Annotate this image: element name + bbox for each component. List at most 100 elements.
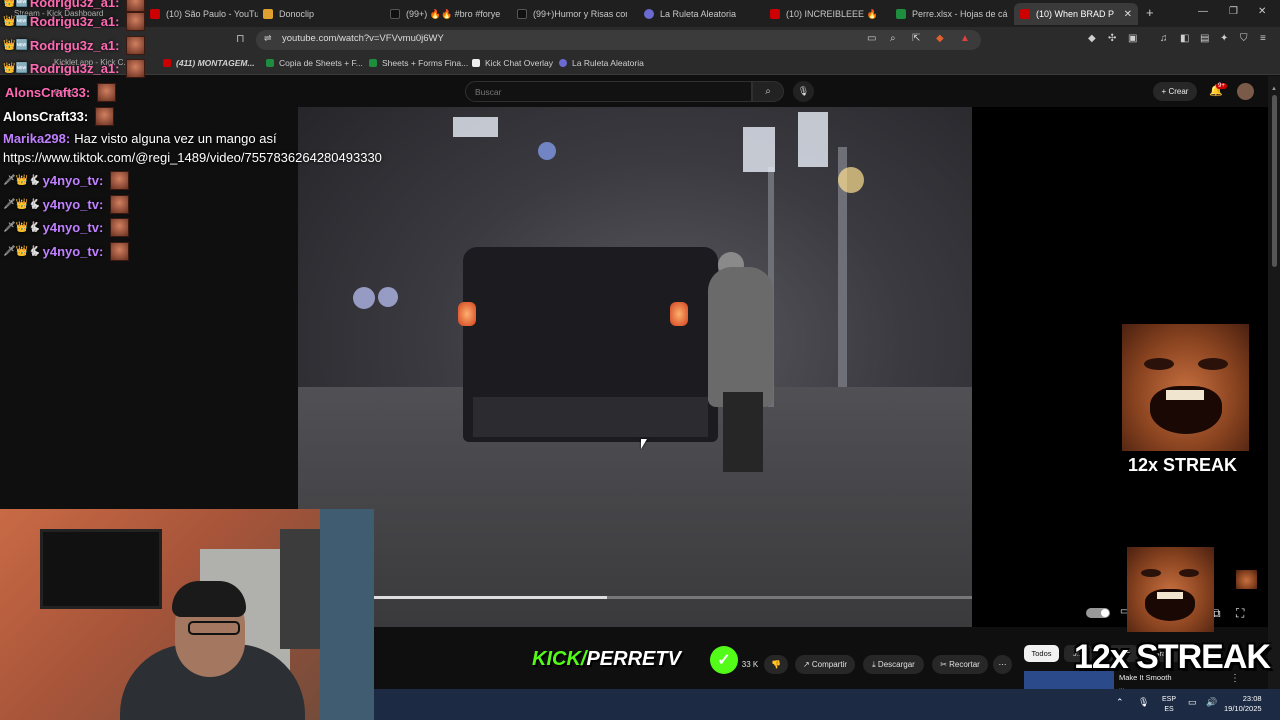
chat-username: y4nyo_tv: (42, 244, 104, 259)
download-button[interactable]: ⤓ Descargar (863, 655, 924, 674)
chat-username: y4nyo_tv: (42, 197, 104, 212)
scroll-up-icon[interactable]: ▲ (1271, 86, 1277, 92)
volume-icon[interactable]: 🔊 (1206, 697, 1217, 708)
rewards-icon[interactable]: ▲ (960, 33, 970, 44)
sheets-icon (369, 59, 377, 67)
video-traffic-light (838, 167, 864, 193)
url-text[interactable]: youtube.com/watch?v=VFVvmu0j6WY (282, 33, 444, 44)
video-streetlight (538, 142, 556, 160)
vpn-icon[interactable]: ⛉ (1240, 33, 1248, 44)
meme-eye (1179, 569, 1199, 577)
chat-username: y4nyo_tv: (42, 173, 104, 188)
chat-text: Haz visto alguna vez un mango así (74, 131, 277, 146)
video-street-sign (453, 117, 498, 137)
screenshot-icon[interactable]: ▣ (1128, 33, 1137, 44)
leo-ai-icon[interactable]: ✦ (1220, 33, 1228, 44)
bookmark-montagem[interactable]: (411) MONTAGEM... (163, 58, 255, 68)
chat-emote-icon (97, 83, 117, 102)
chat-username: Rodrigu3z_a1: (29, 61, 120, 76)
bookmark-icon[interactable]: ⊓ (236, 32, 245, 45)
search-icon[interactable]: ⌕ (752, 81, 784, 102)
globe-icon (644, 9, 654, 19)
chat-message: Marika298: Haz visto alguna vez un mango … (3, 131, 277, 146)
avatar[interactable] (1237, 83, 1254, 100)
chip-todos[interactable]: Todos (1024, 645, 1059, 662)
sheets-icon (266, 59, 274, 67)
site-info-icon[interactable]: ⇌ (264, 33, 272, 44)
restore-icon[interactable]: ❐ (1229, 6, 1238, 17)
streamer-hair (172, 581, 246, 617)
chat-message: 🗡👑🐇 y4nyo_tv: (3, 218, 130, 237)
autoplay-toggle[interactable] (1086, 608, 1110, 618)
chat-message: 🗡👑🐇 y4nyo_tv: (3, 171, 130, 190)
streak-label-large: 12x STREAK (1074, 638, 1271, 676)
chat-message: https://www.tiktok.com/@regi_1489/video/… (3, 150, 382, 165)
fullscreen-icon[interactable]: ⛶ (1236, 606, 1244, 621)
mouse-cursor-icon (641, 439, 647, 449)
sidebar-icon[interactable]: ◧ (1180, 33, 1189, 44)
bookmark-ruleta[interactable]: La Ruleta Aleatoria (559, 58, 644, 68)
kick-channel-brand: KICK/PERRETV (532, 648, 681, 670)
microphone-tray-icon[interactable]: 🎙 (1138, 697, 1149, 708)
language-indicator[interactable]: ESP ES (1162, 695, 1176, 715)
tiktok-icon (517, 9, 527, 19)
tab-increibleee[interactable]: (10) INCREIBLEEE 🔥 ZE (770, 3, 880, 25)
more-actions-button[interactable]: ⋯ (993, 655, 1012, 674)
webcam-tv (40, 529, 162, 609)
youtube-icon (1020, 9, 1030, 19)
chat-emote-icon (110, 195, 130, 214)
create-button[interactable]: + Crear (1153, 82, 1197, 101)
dislike-icon[interactable]: 👎 (764, 655, 788, 674)
tab-donoclip[interactable]: Donoclip (263, 3, 378, 25)
chat-username: AlonsCraft33: (3, 109, 89, 124)
donoclip-icon (263, 9, 273, 19)
zoom-icon[interactable]: ⌕ (890, 33, 896, 44)
tray-chevron-icon[interactable]: ⌃ (1116, 697, 1124, 708)
search-input[interactable] (465, 81, 752, 102)
emote-thumbnail (1236, 570, 1257, 589)
scissors-icon: ✂ (940, 660, 950, 669)
tab-tiktok-1[interactable]: (99+) 🔥🔥 #bro #forye (390, 3, 502, 25)
tab-tiktok-2[interactable]: (99+)Humor y Risas con K (517, 3, 627, 25)
menu-icon[interactable]: ≡ (1260, 33, 1266, 44)
new-tab-icon[interactable]: + (1146, 5, 1154, 20)
bookmark-copia-sheets[interactable]: Copia de Sheets + F... (266, 58, 363, 68)
chat-emote-icon (126, 0, 146, 12)
progress-fill[interactable] (374, 596, 607, 599)
close-tab-icon[interactable]: ✕ (1124, 9, 1132, 20)
chat-badges: 🗡👑🐇 (3, 175, 41, 186)
extension-icon[interactable]: ◆ (1088, 33, 1096, 44)
notification-badge: 9+ (1216, 83, 1227, 89)
scroll-thumb[interactable] (1272, 95, 1277, 267)
video-street-sign (798, 112, 828, 167)
cast-icon[interactable]: ▭ (867, 33, 876, 44)
chat-badges: 🗡👑🐇 (3, 222, 41, 233)
webcam-wall (320, 509, 374, 720)
minimize-icon[interactable]: — (1198, 6, 1208, 17)
chat-message: AlonsCraft33: (3, 83, 117, 102)
like-count[interactable]: 33 K (736, 655, 764, 674)
chat-message: 👑🆕 Rodrigu3z_a1: (3, 36, 146, 55)
tab-sao-paulo[interactable]: (10) São Paulo - YouTube (150, 3, 258, 25)
tab-ruleta[interactable]: La Ruleta Aleatoria (644, 3, 756, 25)
network-icon[interactable]: ▭ (1188, 697, 1197, 708)
wallet-icon[interactable]: ▤ (1200, 33, 1209, 44)
share-button[interactable]: ↗ Compartir (795, 655, 855, 674)
media-icon[interactable]: ♫ (1160, 33, 1168, 44)
brave-shield-icon[interactable]: ◆ (936, 33, 944, 44)
bookmark-sheets-forms[interactable]: Sheets + Forms Fina... (369, 58, 468, 68)
share-page-icon[interactable]: ⇱ (912, 33, 920, 44)
puzzle-icon[interactable]: ✣ (1108, 33, 1116, 44)
tab-perre-xlsx[interactable]: Perre.xlsx - Hojas de cálcu (896, 3, 1008, 25)
webcam-feed (0, 509, 374, 720)
chat-message: 👑🆕 Rodrigu3z_a1: (3, 12, 146, 31)
video-player[interactable] (298, 107, 972, 627)
bookmark-kick-chat-overlay[interactable]: Kick Chat Overlay (472, 58, 553, 68)
chat-emote-icon (126, 36, 146, 55)
clip-button[interactable]: ✂ Recortar (932, 655, 988, 674)
close-window-icon[interactable]: ✕ (1258, 6, 1266, 17)
chat-emote-icon (110, 218, 130, 237)
microphone-icon[interactable]: 🎙 (793, 81, 814, 102)
taskbar-clock[interactable]: 23:08 19/10/2025 (1224, 694, 1262, 714)
tab-brad-pitt-active[interactable]: (10) When BRAD PITT✕ (1014, 3, 1138, 25)
